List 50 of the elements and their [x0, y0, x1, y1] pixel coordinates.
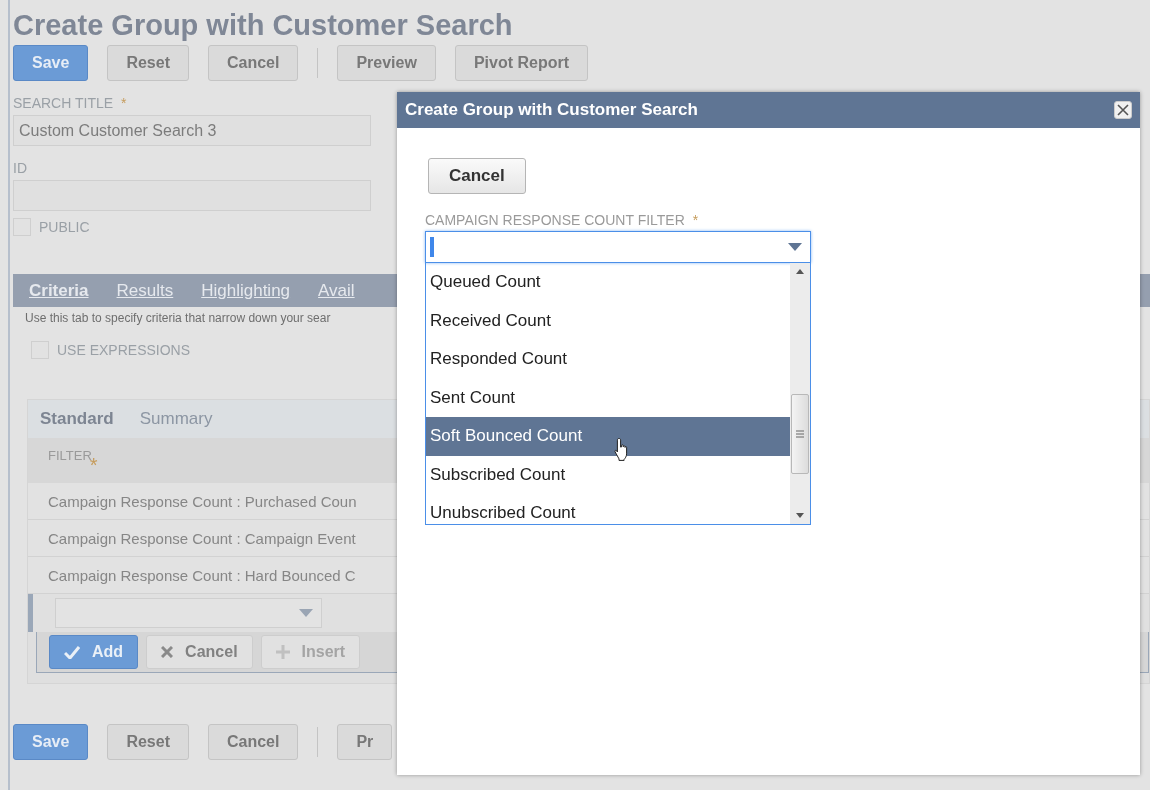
save-button[interactable]: Save [13, 724, 89, 760]
toolbar-button[interactable]: Reset [107, 45, 189, 81]
dropdown-option[interactable]: Queued Count [426, 263, 790, 302]
field-label: CAMPAIGN RESPONSE COUNT FILTER [425, 212, 685, 228]
check-icon [64, 645, 80, 659]
tab[interactable]: Highlighting [201, 280, 291, 301]
cancel-button[interactable]: Cancel [146, 635, 253, 669]
subtab[interactable]: Summary [139, 409, 213, 429]
required-mark: * [89, 454, 98, 478]
toolbar-button[interactable]: Pr [337, 724, 393, 760]
dropdown-option[interactable]: Received Count [426, 301, 790, 340]
subtab[interactable]: Standard [40, 409, 114, 429]
table-cell: Campaign Response Count : Campaign Event [48, 529, 356, 547]
dropdown-arrow-icon [299, 609, 313, 617]
field-label: ID [13, 160, 27, 176]
save-button[interactable]: Save [13, 45, 89, 81]
page-title: Create Group with Customer Search [13, 8, 514, 42]
tab[interactable]: Results [116, 280, 174, 301]
dropdown-option[interactable]: Sent Count [426, 378, 790, 417]
dropdown-option[interactable]: Responded Count [426, 340, 790, 379]
dropdown-option[interactable]: Subscribed Count [426, 455, 790, 494]
dropdown-arrow-icon [788, 243, 802, 251]
checkbox-label: USE EXPRESSIONS [57, 342, 191, 358]
field-label: SEARCH TITLE [13, 95, 114, 111]
toolbar-button[interactable]: Cancel [207, 724, 299, 760]
toolbar-button[interactable]: Cancel [207, 45, 299, 81]
add-button[interactable]: Add [49, 635, 139, 669]
filter-dropdown[interactable] [55, 598, 322, 628]
toolbar-button[interactable]: Preview [337, 45, 436, 81]
required-mark: * [692, 212, 699, 228]
scrollbar[interactable] [790, 263, 810, 524]
dialog-title: Create Group with Customer Search [405, 100, 698, 120]
dropdown-option[interactable]: Unubscribed Count [426, 494, 790, 524]
plus-icon [275, 645, 290, 659]
checkbox-label: PUBLIC [39, 219, 90, 235]
tab-description: Use this tab to specify criteria that narrow down your sear [25, 311, 331, 325]
grip-icon [796, 430, 804, 438]
scroll-down-icon[interactable] [796, 513, 804, 518]
toolbar-button[interactable]: Pivot Report [454, 45, 589, 81]
cancel-button[interactable]: Cancel [428, 158, 526, 194]
table-cell: Campaign Response Count : Hard Bounced C [48, 566, 356, 584]
tab[interactable]: Avail [318, 280, 355, 301]
input-field[interactable]: Custom Customer Search 3 [13, 115, 371, 146]
close-button[interactable] [1114, 101, 1132, 119]
tab[interactable]: Criteria [29, 280, 89, 301]
combo-field[interactable] [425, 231, 811, 263]
table-cell: Campaign Response Count : Purchased Coun [48, 492, 357, 510]
toolbar-button[interactable]: Reset [107, 724, 189, 760]
close-icon [161, 646, 174, 658]
required-mark: * [121, 95, 127, 111]
